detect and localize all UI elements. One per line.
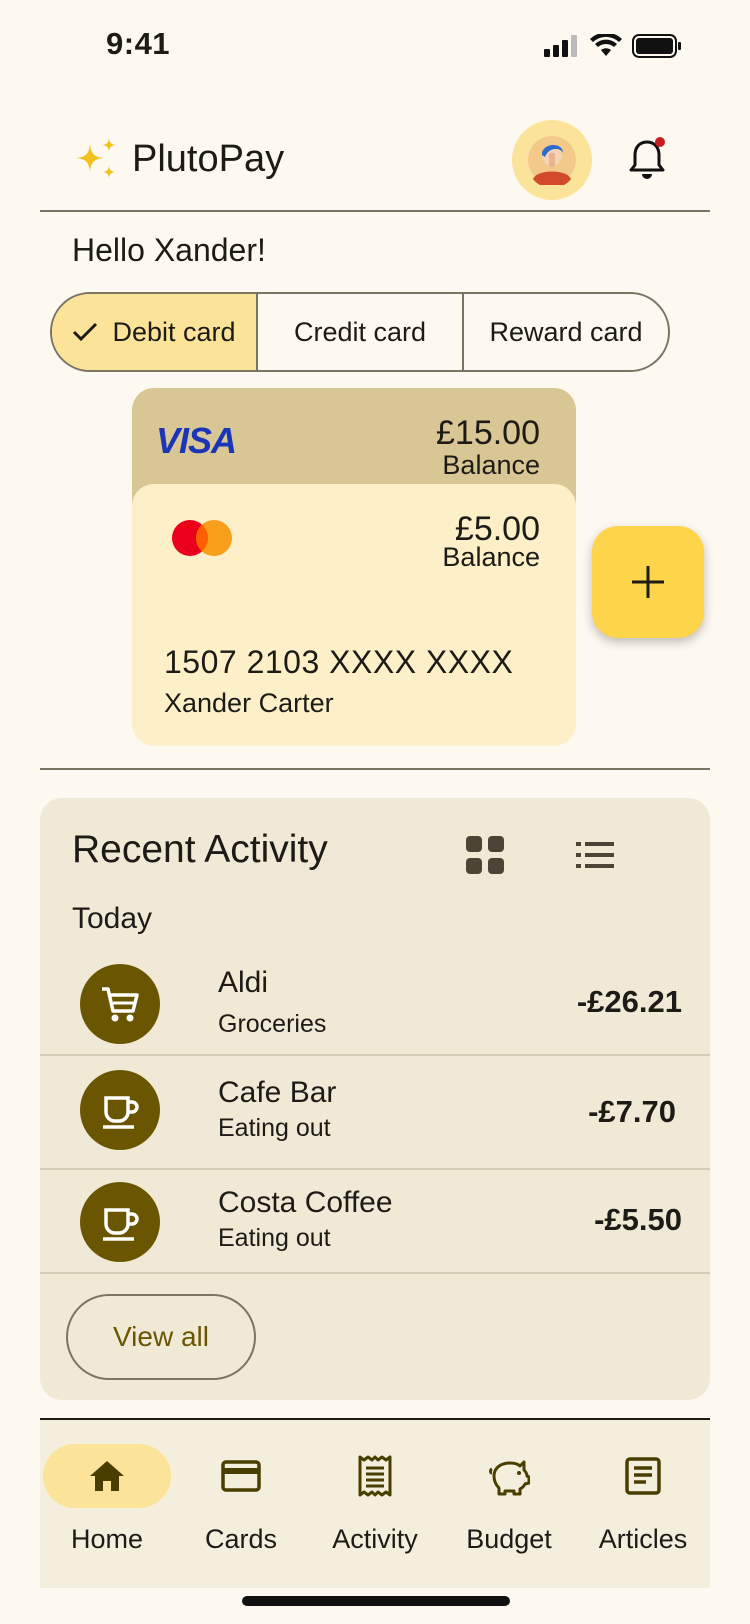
- nav-home[interactable]: Home: [40, 1420, 174, 1588]
- receipt-icon: [358, 1455, 392, 1497]
- card-holder-name: Xander Carter: [164, 688, 334, 718]
- home-indicator: [242, 1596, 510, 1606]
- transaction-category: Groceries: [218, 1010, 327, 1038]
- transaction-category: Eating out: [218, 1114, 331, 1142]
- nav-articles[interactable]: Articles: [576, 1420, 710, 1588]
- sparkle-icon: [76, 138, 116, 178]
- app-logo: PlutoPay: [74, 136, 284, 182]
- card-number: 1507 2103 XXXX XXXX: [164, 644, 514, 680]
- nav-pill: [579, 1444, 707, 1508]
- tab-label: Reward card: [489, 316, 643, 347]
- plus-icon: [632, 566, 664, 598]
- card-type-selector: Debit card Credit card Reward card: [50, 292, 670, 372]
- nav-pill: [445, 1444, 573, 1508]
- app-name: PlutoPay: [132, 137, 285, 180]
- transaction-row[interactable]: Costa Coffee Eating out -£5.50: [40, 1170, 710, 1274]
- date-group-label: Today: [72, 902, 153, 935]
- transaction-row[interactable]: Aldi Groceries -£26.21: [40, 950, 710, 1056]
- status-icons: [544, 34, 682, 58]
- wifi-icon: [590, 34, 622, 56]
- transaction-name: Aldi: [218, 966, 269, 999]
- transaction-row[interactable]: Cafe Bar Eating out -£7.70: [40, 1056, 710, 1170]
- add-card-button[interactable]: [592, 526, 704, 638]
- view-all-button[interactable]: View all: [66, 1294, 256, 1380]
- card-icon: [221, 1460, 261, 1492]
- nav-activity[interactable]: Activity: [308, 1420, 442, 1588]
- card-balance-label: Balance: [442, 450, 540, 480]
- battery-icon: [632, 34, 681, 58]
- tab-label: Debit card: [112, 316, 236, 347]
- cart-icon: [80, 964, 160, 1044]
- card-stack: VISA £15.00 Balance £5.00 Balance 1507 2…: [132, 388, 576, 746]
- section-title: Recent Activity: [72, 828, 328, 871]
- card-balance-amount: £15.00: [436, 414, 540, 452]
- card-balance-label: Balance: [442, 542, 540, 572]
- nav-pill: [311, 1444, 439, 1508]
- tab-credit-card[interactable]: Credit card: [258, 294, 464, 370]
- divider: [40, 768, 710, 770]
- greeting: Hello Xander!: [72, 232, 266, 268]
- transaction-amount: -£5.50: [594, 1202, 682, 1237]
- article-icon: [625, 1457, 661, 1495]
- avatar[interactable]: [512, 120, 592, 200]
- nav-label: Activity: [332, 1524, 418, 1554]
- transaction-category: Eating out: [218, 1224, 331, 1252]
- avatar-portrait: [528, 136, 576, 185]
- transaction-amount: -£7.70: [588, 1094, 676, 1129]
- mastercard-logo: [172, 520, 232, 556]
- nav-label: Articles: [598, 1524, 688, 1554]
- home-icon: [90, 1461, 124, 1491]
- transaction-amount: -£26.21: [576, 984, 682, 1019]
- list-view-icon[interactable]: [576, 840, 614, 870]
- bell-icon: [629, 137, 665, 179]
- bottom-nav: Home Cards Activity Budget Articles: [40, 1420, 710, 1588]
- nav-budget[interactable]: Budget: [442, 1420, 576, 1588]
- check-icon: [73, 322, 98, 342]
- transaction-name: Costa Coffee: [218, 1186, 393, 1219]
- nav-pill: [177, 1444, 305, 1508]
- status-time: 9:41: [106, 26, 171, 61]
- app-header: PlutoPay: [40, 120, 710, 212]
- nav-cards[interactable]: Cards: [174, 1420, 308, 1588]
- visa-logo: VISA: [156, 420, 237, 461]
- signal-icon: [544, 35, 577, 57]
- nav-label: Budget: [466, 1524, 552, 1554]
- transaction-name: Cafe Bar: [218, 1076, 337, 1109]
- tab-label: Credit card: [293, 316, 427, 347]
- nav-label: Home: [70, 1524, 144, 1554]
- mastercard-card[interactable]: £5.00 Balance 1507 2103 XXXX XXXX Xander…: [132, 484, 576, 746]
- tab-debit-card[interactable]: Debit card: [52, 294, 258, 370]
- nav-pill: [43, 1444, 171, 1508]
- piggy-bank-icon: [489, 1460, 530, 1496]
- recent-activity-panel: Recent Activity Today Aldi Groceries -£2…: [40, 798, 710, 1400]
- grid-view-icon[interactable]: [466, 836, 504, 874]
- notification-dot: [655, 137, 665, 147]
- status-bar: 9:41: [0, 0, 750, 92]
- coffee-icon: [80, 1070, 160, 1150]
- tab-reward-card[interactable]: Reward card: [464, 294, 668, 370]
- notification-button[interactable]: [622, 134, 672, 184]
- nav-label: Cards: [204, 1524, 278, 1554]
- coffee-icon: [80, 1182, 160, 1262]
